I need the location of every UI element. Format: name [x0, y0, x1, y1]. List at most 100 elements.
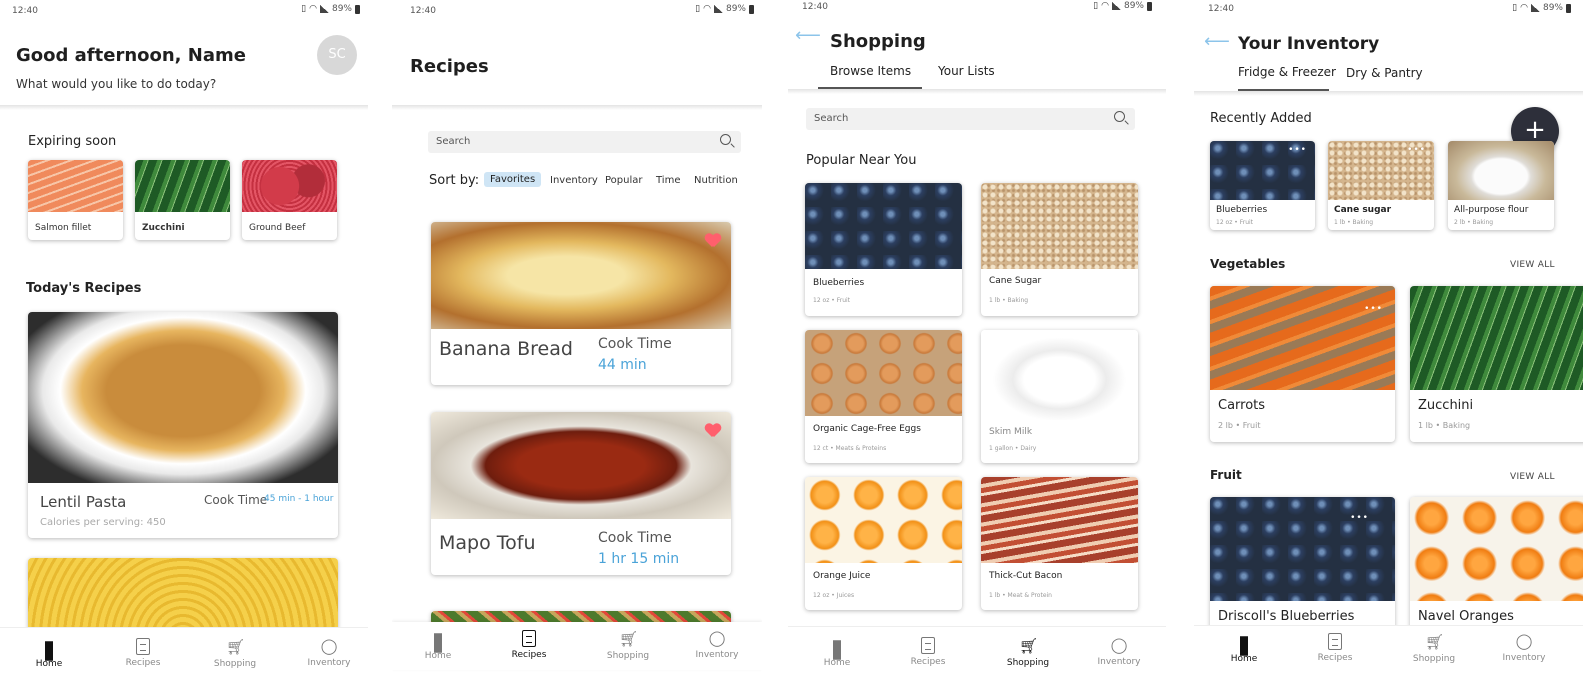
document-icon: [1328, 633, 1342, 650]
recipe-title: Lentil Pasta: [40, 493, 127, 511]
search-input[interactable]: Search: [428, 131, 741, 153]
item-name: Organic Cage-Free Eggs: [813, 424, 921, 434]
more-icon[interactable]: •••: [1288, 145, 1307, 155]
status-time: 12:40: [1208, 4, 1234, 14]
fruit-card-navel-oranges[interactable]: Navel Oranges: [1410, 497, 1583, 637]
more-icon[interactable]: •••: [1364, 304, 1383, 314]
nav-label: Home: [1230, 654, 1258, 664]
sort-inventory[interactable]: Inventory: [550, 175, 598, 186]
search-placeholder: Search: [436, 136, 471, 147]
cook-time-value: 1 hr 15 min: [598, 551, 680, 567]
cook-time-label: Cook Time: [204, 493, 268, 507]
search-input[interactable]: Search: [806, 108, 1135, 130]
item-meta: 12 oz • Fruit: [1216, 219, 1254, 226]
lentil-pasta-image: [28, 312, 338, 483]
heart-icon[interactable]: [705, 424, 721, 438]
header-divider: [392, 105, 762, 110]
nav-inventory[interactable]: ◯ Inventory: [1084, 636, 1154, 667]
shop-item-cane-sugar[interactable]: Cane Sugar 1 lb • Baking: [981, 183, 1138, 316]
search-icon[interactable]: [720, 134, 731, 145]
nav-inventory[interactable]: ◯ Inventory: [1489, 632, 1559, 663]
shop-item-eggs[interactable]: Organic Cage-Free Eggs 12 ct • Meats & P…: [805, 330, 962, 463]
nav-recipes[interactable]: Recipes: [893, 637, 963, 667]
nav-inventory[interactable]: ◯ Inventory: [294, 637, 364, 668]
nav-recipes[interactable]: Recipes: [494, 630, 564, 660]
tab-your-lists[interactable]: Your Lists: [938, 64, 995, 78]
avatar[interactable]: SC: [317, 35, 357, 75]
nav-label: Home: [823, 658, 851, 668]
item-meta: 1 lb • Baking: [1418, 421, 1471, 430]
nav-home[interactable]: Home: [1209, 635, 1279, 664]
heart-icon[interactable]: [705, 234, 721, 248]
nav-shopping[interactable]: 🛒︎ Shopping: [200, 638, 270, 669]
nav-recipes[interactable]: Recipes: [108, 638, 178, 668]
tab-dry-pantry[interactable]: Dry & Pantry: [1346, 66, 1423, 80]
search-icon[interactable]: [1114, 111, 1125, 122]
more-icon[interactable]: •••: [1407, 145, 1426, 155]
expiring-card-ground-beef[interactable]: Ground Beef: [242, 160, 337, 240]
recipe-card-lentil-pasta[interactable]: Lentil Pasta Cook Time 45 min - 1 hour C…: [28, 312, 338, 538]
recipe-card-banana-bread[interactable]: Banana Bread Cook Time 44 min: [431, 222, 731, 385]
tab-browse-items[interactable]: Browse Items: [830, 64, 911, 78]
battery-percent: 89%: [1123, 1, 1144, 11]
signal-icon: [713, 5, 723, 13]
expiring-item-name: Salmon fillet: [35, 223, 92, 233]
view-all-fruit[interactable]: VIEW ALL: [1510, 472, 1555, 482]
expiring-card-zucchini[interactable]: Zucchini: [135, 160, 230, 240]
cart-icon: 🛒︎: [226, 638, 246, 656]
nav-home[interactable]: Home: [14, 640, 84, 669]
status-time: 12:40: [410, 6, 436, 16]
sort-nutrition[interactable]: Nutrition: [694, 175, 738, 186]
recipe-card-mac[interactable]: [28, 558, 338, 638]
bottom-nav: Home Recipes 🛒︎ Shopping ◯ Inventory: [1194, 625, 1583, 673]
signal-icon: [319, 5, 329, 13]
nav-label: Inventory: [1097, 657, 1141, 667]
vegetable-card-carrots[interactable]: ••• Carrots 2 lb • Fruit: [1210, 286, 1395, 442]
nav-shopping[interactable]: 🛒︎ Shopping: [1399, 633, 1469, 664]
sort-time[interactable]: Time: [656, 175, 680, 186]
shop-item-orange-juice[interactable]: Orange Juice 12 oz • Juices: [805, 477, 962, 610]
shop-item-skim-milk[interactable]: Skim Milk 1 gallon • Dairy: [981, 330, 1138, 463]
nav-home[interactable]: Home: [403, 632, 473, 661]
item-name: Skim Milk: [989, 427, 1033, 437]
recipes-screen: 12:40 ▯ ◠ 89% Recipes Search Sort by: Fa…: [392, 0, 762, 679]
fruit-card-blueberries[interactable]: ••• Driscoll's Blueberries: [1210, 497, 1395, 637]
nav-recipes[interactable]: Recipes: [1300, 633, 1370, 663]
cart-icon: 🛒︎: [1425, 633, 1445, 651]
battery-percent: 89%: [725, 4, 746, 14]
nav-inventory[interactable]: ◯ Inventory: [682, 629, 752, 660]
status-bar: 12:40 ▯ ◠ 89%: [1194, 0, 1583, 18]
back-arrow-icon[interactable]: ⟵: [1204, 31, 1230, 52]
sort-popular[interactable]: Popular: [605, 175, 643, 186]
header-divider: [1194, 91, 1583, 96]
expiring-card-salmon[interactable]: Salmon fillet: [28, 160, 123, 240]
more-icon[interactable]: •••: [1350, 513, 1369, 523]
shop-item-bacon[interactable]: Thick-Cut Bacon 1 lb • Meat & Protein: [981, 477, 1138, 610]
item-name: Blueberries: [813, 278, 865, 288]
item-name: Cane sugar: [1334, 205, 1392, 215]
fruit-title: Fruit: [1210, 468, 1242, 482]
recent-item-all-purpose-flour[interactable]: All-purpose flour 2 lb • Baking: [1448, 141, 1554, 230]
back-arrow-icon[interactable]: ⟵: [795, 25, 821, 46]
cook-time-label: Cook Time: [598, 530, 672, 546]
item-meta: 12 oz • Fruit: [813, 297, 851, 304]
salmon-image: [28, 160, 123, 212]
vibrate-icon: ▯: [695, 4, 701, 14]
nav-shopping[interactable]: 🛒︎ Shopping: [993, 637, 1063, 668]
recent-item-blueberries[interactable]: ••• Blueberries 12 oz • Fruit: [1210, 141, 1315, 230]
nav-shopping[interactable]: 🛒︎ Shopping: [593, 630, 663, 661]
nav-home[interactable]: Home: [802, 639, 872, 668]
item-name: All-purpose flour: [1454, 205, 1529, 215]
shop-item-blueberries[interactable]: Blueberries 12 oz • Fruit: [805, 183, 962, 316]
navel-oranges-image: [1410, 497, 1583, 601]
view-all-vegetables[interactable]: VIEW ALL: [1510, 260, 1555, 270]
sort-favorites[interactable]: Favorites: [484, 172, 542, 187]
shopping-screen: 12:40 ▯ ◠ 89% ⟵ Shopping Browse Items Yo…: [788, 0, 1166, 679]
tab-fridge-freezer[interactable]: Fridge & Freezer: [1238, 65, 1336, 79]
recipe-card-mapo-tofu[interactable]: Mapo Tofu Cook Time 1 hr 15 min: [431, 412, 731, 575]
zucchini-image: [135, 160, 230, 212]
vegetable-card-zucchini[interactable]: Zucchini 1 lb • Baking: [1410, 286, 1583, 442]
nav-label: Inventory: [1502, 653, 1546, 663]
item-name: Navel Oranges: [1418, 609, 1514, 624]
recent-item-cane-sugar[interactable]: ••• Cane sugar 1 lb • Baking: [1328, 141, 1434, 230]
